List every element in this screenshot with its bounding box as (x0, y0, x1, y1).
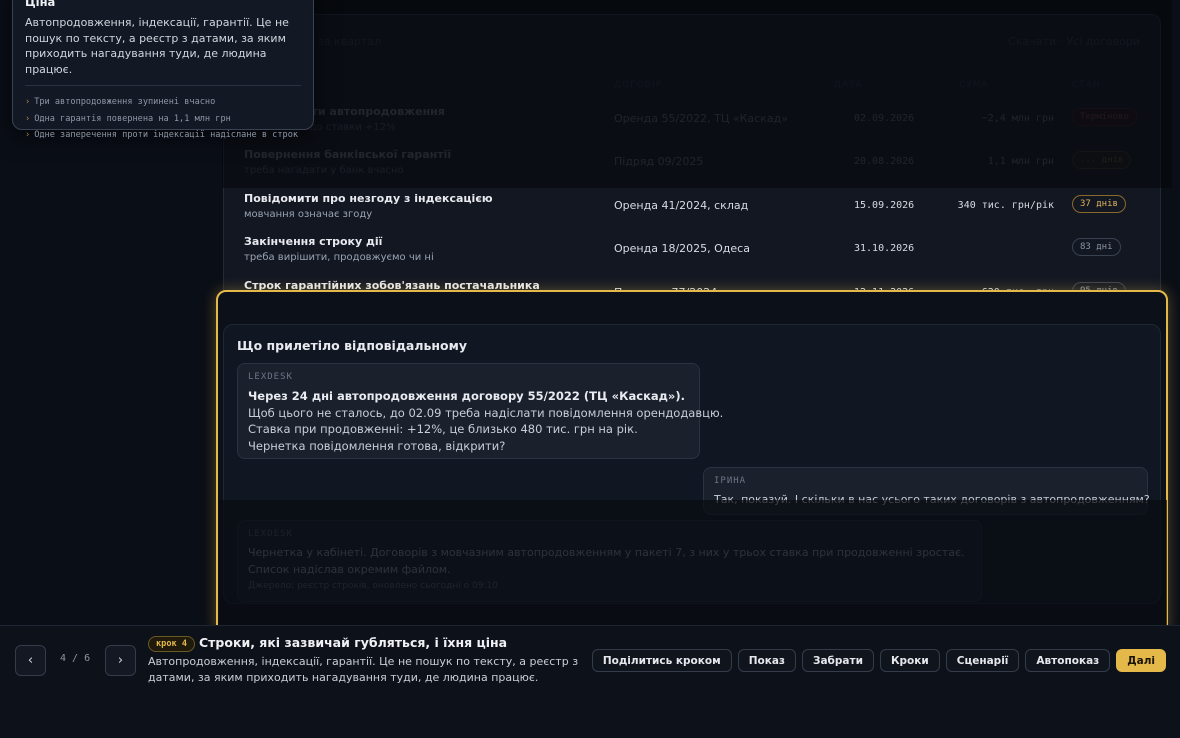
column-sum: Сума (959, 80, 989, 90)
scenarios-button[interactable]: Сценарії (945, 649, 1020, 672)
row-sum: ~2,4 млн грн (981, 113, 1054, 124)
bot-reply-message: LEXDESK Чернетка у кабінеті. Договорів з… (237, 520, 982, 602)
row-sum: 1,1 млн грн (987, 156, 1054, 167)
row-date: 20.08.2026 (854, 156, 915, 167)
next-button[interactable]: Далі (1116, 649, 1166, 672)
status-badge: 83 дні (1072, 238, 1121, 256)
row-title: Повідомити про незгоду з індексацією (244, 192, 493, 205)
prev-step-button[interactable]: ‹ (15, 645, 46, 676)
tooltip-item: › Три автопродовження зупинені вчасно (25, 97, 216, 107)
row-title: Повернення банківської гарантії (244, 148, 452, 161)
bot-message: LEXDESK Через 24 дні автопродовження дог… (237, 363, 724, 459)
message-line: Список надіслав окремим файлом. (248, 562, 451, 576)
status-badge: 37 днів (1072, 195, 1126, 213)
message-line: Через 24 дні автопродовження договору 55… (248, 389, 685, 403)
tooltip-title: Ціна (25, 0, 56, 9)
tour-bar: ‹ 4 / 6 › крок 4 Строки, які зазвичай гу… (0, 625, 1180, 738)
row-date: 31.10.2026 (854, 243, 915, 254)
share-step-button[interactable]: Поділитись кроком (591, 649, 732, 672)
message-line: Щоб цього не сталось, до 02.09 треба над… (248, 405, 724, 420)
registry-header: ... за квартал Скачати · Усі договори (244, 25, 1140, 55)
autoshow-button[interactable]: Автопоказ (1025, 649, 1111, 672)
message-line: Чернетка повідомлення готова, відкрити? (248, 438, 506, 453)
chevron-left-icon: ‹ (27, 653, 34, 668)
tour-actions: Поділитись кроком Показ Забрати Кроки Сц… (591, 649, 1166, 672)
status-badge: Терміново (1072, 108, 1137, 126)
show-button[interactable]: Показ (737, 649, 797, 672)
tooltip-item: › Одна гарантія повернена на 1,1 млн грн (25, 113, 231, 124)
next-step-arrow-button[interactable]: › (105, 645, 136, 676)
table-row[interactable]: Закінчення строку дії треба вирішити, про… (224, 229, 1160, 273)
row-contract: Підряд 09/2025 (614, 155, 704, 168)
row-subtitle: треба нагадати у банк вчасно (244, 165, 404, 176)
chevron-right-icon: › (117, 653, 124, 668)
step-title: Строки, які зазвичай губляться, і їхня ц… (199, 635, 508, 650)
column-date: Дата (834, 80, 863, 90)
message-sender: ІРИНА (714, 476, 747, 486)
chevron-right-icon: › (25, 97, 31, 107)
chevron-right-icon: › (25, 113, 31, 124)
row-date: 15.09.2026 (854, 200, 915, 211)
row-contract: Оренда 41/2024, склад (614, 199, 749, 212)
table-row[interactable]: ...ь зупинити автопродовження ...ше ніж д… (224, 99, 1160, 143)
tooltip-item: › Одне заперечення проти індексації надіс… (25, 130, 299, 140)
column-status: Стан (1072, 80, 1101, 90)
message-line: Чернетка у кабінеті. Договорів з мовчазн… (248, 546, 965, 559)
column-contract: Договір (614, 80, 662, 90)
message-sender: LEXDESK (248, 529, 293, 539)
chevron-right-icon: › (25, 130, 31, 140)
tooltip-list: › Три автопродовження зупинені вчасно › Од… (25, 94, 301, 144)
message-line: Ставка при продовженні: +12%, це близько… (248, 422, 638, 436)
row-sum: 340 тис. грн/рік (957, 200, 1054, 211)
row-title: Закінчення строку дії (244, 235, 383, 248)
chat-title: Що прилетіло відповідальному (237, 338, 467, 353)
table-row[interactable]: Повернення банківської гарантії треба наг… (224, 142, 1160, 186)
step-badge: крок 4 (148, 636, 196, 652)
registry-title: ... за квартал (304, 35, 382, 48)
step-counter: 4 / 6 (60, 653, 91, 664)
table-row[interactable]: Повідомити про незгоду з індексацією мовч… (224, 186, 1160, 230)
tooltip-description: Автопродовження, індексації, гарантії. Ц… (25, 15, 301, 86)
row-contract: Оренда 55/2022, ТЦ «Каскад» (614, 112, 788, 125)
deadline-registry: ... за квартал Скачати · Усі договори До… (223, 14, 1161, 314)
row-subtitle: треба вирішити, продовжуємо чи ні (244, 252, 434, 263)
registry-actions[interactable]: Скачати · Усі договори (1008, 35, 1140, 48)
take-button[interactable]: Забрати (802, 649, 874, 672)
tour-tooltip: Ціна Автопродовження, індексації, гарант… (12, 0, 314, 140)
row-subtitle: мовчання означає згоду (244, 209, 373, 220)
message-source: Джерело: реєстр строків, оновлено сьогод… (248, 581, 498, 591)
status-badge: ... днів (1072, 151, 1132, 169)
step-description: Автопродовження, індексації, гарантії. Ц… (148, 655, 579, 684)
row-date: 02.09.2026 (854, 113, 915, 124)
row-contract: Оренда 18/2025, Одеса (614, 242, 750, 255)
steps-button[interactable]: Кроки (879, 649, 940, 672)
message-sender: LEXDESK (248, 372, 293, 382)
